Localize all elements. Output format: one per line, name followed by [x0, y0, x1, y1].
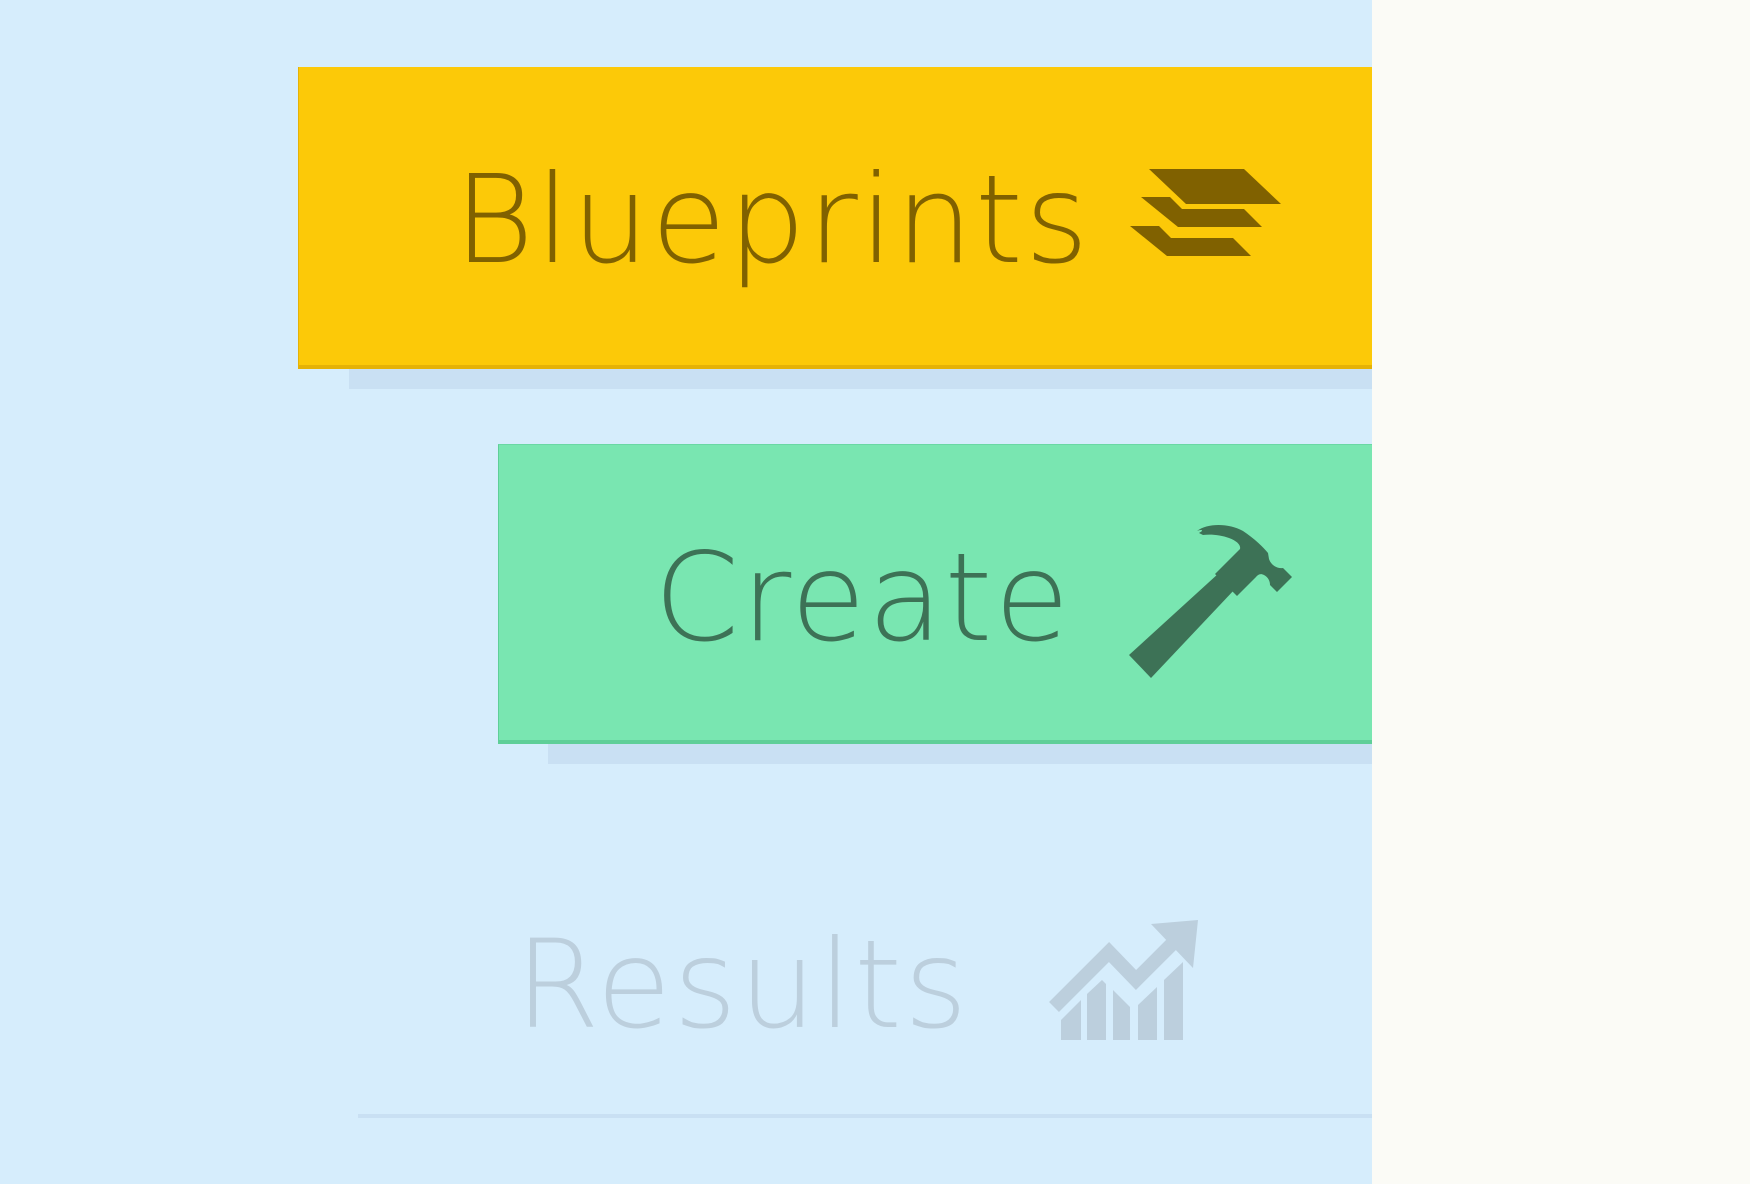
- nav-item-blueprints-label: Blueprints: [454, 149, 1091, 291]
- content-pane: [1372, 0, 1750, 1184]
- blueprints-button-shadow: [349, 369, 1372, 389]
- rising-chart-icon: [1046, 900, 1216, 1054]
- results-divider: [358, 1114, 1372, 1118]
- app-stage: Blueprints Create Results: [0, 0, 1750, 1184]
- nav-item-results-label: Results: [515, 914, 970, 1056]
- nav-item-results[interactable]: Results: [498, 870, 1372, 1090]
- nav-panel: Blueprints Create Results: [0, 0, 1372, 1184]
- nav-item-create[interactable]: Create: [498, 444, 1372, 744]
- nav-item-blueprints[interactable]: Blueprints: [298, 67, 1372, 369]
- layers-icon: [1129, 167, 1309, 281]
- hammer-icon: [1127, 523, 1297, 687]
- nav-item-create-label: Create: [654, 527, 1072, 669]
- create-button-shadow: [548, 744, 1372, 764]
